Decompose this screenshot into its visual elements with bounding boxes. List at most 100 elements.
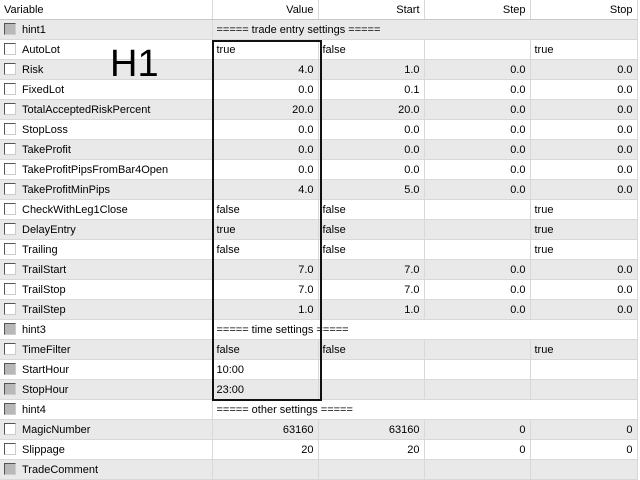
variable-cell[interactable]: TrailStart — [0, 259, 213, 280]
optimize-checkbox[interactable] — [4, 423, 16, 435]
value-cell[interactable]: false — [212, 339, 319, 360]
variable-cell[interactable]: hint4 — [0, 399, 213, 420]
column-header-start[interactable]: Start — [318, 0, 425, 20]
table-row[interactable]: TakeProfitPipsFromBar4Open 0.0 0.0 0.0 0.0 — [0, 159, 638, 180]
stop-cell[interactable]: 0.0 — [530, 179, 638, 200]
optimize-checkbox[interactable] — [4, 443, 16, 455]
step-cell[interactable]: 0.0 — [424, 279, 531, 300]
stop-cell[interactable]: true — [530, 219, 638, 240]
start-cell[interactable] — [318, 379, 425, 400]
variable-cell[interactable]: hint3 — [0, 319, 213, 340]
optimize-checkbox[interactable] — [4, 63, 16, 75]
table-row[interactable]: StartHour 10:00 — [0, 359, 638, 380]
value-cell[interactable]: 10:00 — [212, 359, 319, 380]
table-row[interactable]: TakeProfit 0.0 0.0 0.0 0.0 — [0, 139, 638, 160]
variable-cell[interactable]: StartHour — [0, 359, 213, 380]
stop-cell[interactable]: true — [530, 39, 638, 60]
table-row[interactable]: Slippage 20 20 0 0 — [0, 439, 638, 460]
value-cell[interactable]: 20 — [212, 439, 319, 460]
stop-cell[interactable]: 0.0 — [530, 279, 638, 300]
step-cell[interactable]: 0.0 — [424, 59, 531, 80]
variable-cell[interactable]: TakeProfit — [0, 139, 213, 160]
variable-cell[interactable]: Slippage — [0, 439, 213, 460]
value-cell[interactable]: 20.0 — [212, 99, 319, 120]
step-cell[interactable]: 0.0 — [424, 299, 531, 320]
optimize-checkbox[interactable] — [4, 143, 16, 155]
value-cell[interactable]: false — [212, 239, 319, 260]
variable-cell[interactable]: StopHour — [0, 379, 213, 400]
step-cell[interactable]: 0 — [424, 439, 531, 460]
table-row[interactable]: hint1 ===== trade entry settings ===== — [0, 19, 638, 40]
stop-cell[interactable]: 0.0 — [530, 299, 638, 320]
value-cell[interactable]: 4.0 — [212, 59, 319, 80]
variable-cell[interactable]: MagicNumber — [0, 419, 213, 440]
table-row[interactable]: TimeFilter false false true — [0, 339, 638, 360]
start-cell[interactable]: 20 — [318, 439, 425, 460]
optimize-checkbox[interactable] — [4, 343, 16, 355]
variable-cell[interactable]: TakeProfitMinPips — [0, 179, 213, 200]
stop-cell[interactable]: 0.0 — [530, 99, 638, 120]
variable-cell[interactable]: hint1 — [0, 19, 213, 40]
step-cell[interactable] — [424, 339, 531, 360]
optimize-checkbox[interactable] — [4, 123, 16, 135]
step-cell[interactable] — [424, 239, 531, 260]
start-cell[interactable]: false — [318, 39, 425, 60]
variable-cell[interactable]: FixedLot — [0, 79, 213, 100]
step-cell[interactable]: 0.0 — [424, 159, 531, 180]
step-cell[interactable]: 0.0 — [424, 119, 531, 140]
column-header-value[interactable]: Value — [212, 0, 319, 20]
step-cell[interactable]: 0.0 — [424, 179, 531, 200]
variable-cell[interactable]: TotalAcceptedRiskPercent — [0, 99, 213, 120]
value-cell[interactable]: 0.0 — [212, 79, 319, 100]
stop-cell[interactable]: 0.0 — [530, 59, 638, 80]
start-cell[interactable] — [318, 359, 425, 380]
variable-cell[interactable]: Trailing — [0, 239, 213, 260]
step-cell[interactable] — [424, 459, 531, 480]
start-cell[interactable]: 7.0 — [318, 279, 425, 300]
value-cell[interactable]: 4.0 — [212, 179, 319, 200]
value-cell[interactable]: 7.0 — [212, 259, 319, 280]
table-row[interactable]: TotalAcceptedRiskPercent 20.0 20.0 0.0 0.0 — [0, 99, 638, 120]
start-cell[interactable]: 1.0 — [318, 299, 425, 320]
start-cell[interactable]: 0.0 — [318, 139, 425, 160]
optimize-checkbox[interactable] — [4, 243, 16, 255]
value-cell[interactable]: true — [212, 219, 319, 240]
start-cell[interactable]: 1.0 — [318, 59, 425, 80]
optimize-checkbox[interactable] — [4, 283, 16, 295]
column-header-step[interactable]: Step — [424, 0, 531, 20]
optimize-checkbox[interactable] — [4, 103, 16, 115]
optimize-checkbox[interactable] — [4, 163, 16, 175]
stop-cell[interactable]: 0.0 — [530, 79, 638, 100]
optimize-checkbox[interactable] — [4, 463, 16, 475]
optimize-checkbox[interactable] — [4, 83, 16, 95]
table-row[interactable]: StopHour 23:00 — [0, 379, 638, 400]
step-cell[interactable] — [424, 199, 531, 220]
start-cell[interactable]: 0.0 — [318, 119, 425, 140]
stop-cell[interactable]: true — [530, 339, 638, 360]
variable-cell[interactable]: TimeFilter — [0, 339, 213, 360]
stop-cell[interactable] — [530, 459, 638, 480]
table-row[interactable]: Trailing false false true — [0, 239, 638, 260]
value-cell[interactable]: true — [212, 39, 319, 60]
start-cell[interactable]: 5.0 — [318, 179, 425, 200]
step-cell[interactable] — [424, 379, 531, 400]
value-cell[interactable]: 1.0 — [212, 299, 319, 320]
table-row[interactable]: AutoLot true false true — [0, 39, 638, 60]
step-cell[interactable]: 0.0 — [424, 139, 531, 160]
optimize-checkbox[interactable] — [4, 323, 16, 335]
table-row[interactable]: CheckWithLeg1Close false false true — [0, 199, 638, 220]
variable-cell[interactable]: TakeProfitPipsFromBar4Open — [0, 159, 213, 180]
step-cell[interactable] — [424, 219, 531, 240]
value-cell[interactable]: 0.0 — [212, 159, 319, 180]
optimize-checkbox[interactable] — [4, 23, 16, 35]
start-cell[interactable]: 0.1 — [318, 79, 425, 100]
optimize-checkbox[interactable] — [4, 383, 16, 395]
start-cell[interactable]: 0.0 — [318, 159, 425, 180]
table-row[interactable]: TrailStart 7.0 7.0 0.0 0.0 — [0, 259, 638, 280]
optimize-checkbox[interactable] — [4, 403, 16, 415]
start-cell[interactable]: false — [318, 239, 425, 260]
table-row[interactable]: TakeProfitMinPips 4.0 5.0 0.0 0.0 — [0, 179, 638, 200]
table-row[interactable]: hint4 ===== other settings ===== — [0, 399, 638, 420]
table-row[interactable]: StopLoss 0.0 0.0 0.0 0.0 — [0, 119, 638, 140]
variable-cell[interactable]: TradeComment — [0, 459, 213, 480]
